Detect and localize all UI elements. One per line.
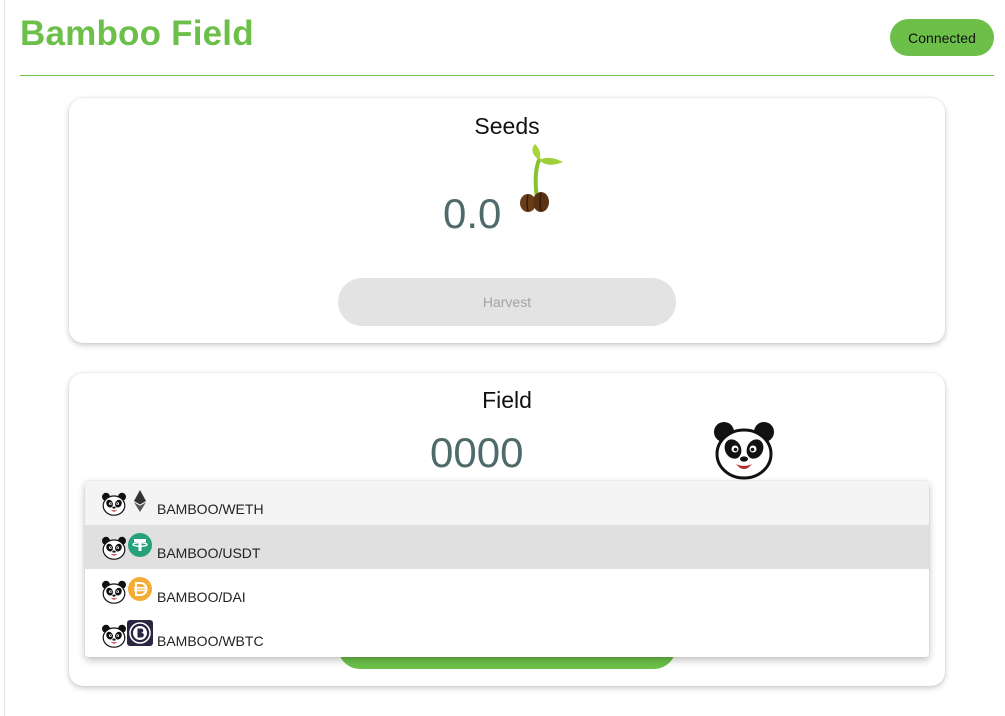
pair-option-usdt[interactable]: BAMBOO/USDT [85, 525, 929, 569]
pair-icons [101, 576, 157, 606]
seeds-balance: 0.0 [443, 190, 502, 237]
panda-icon [101, 580, 127, 604]
panda-icon [101, 624, 127, 648]
pair-label: BAMBOO/USDT [157, 545, 261, 561]
field-balance: 0000 [430, 429, 524, 476]
pair-option-weth[interactable]: BAMBOO/WETH [85, 481, 929, 525]
pair-label: BAMBOO/DAI [157, 589, 246, 605]
pair-label: BAMBOO/WETH [157, 501, 264, 517]
seeds-card: Seeds 0.0 Harvest [69, 98, 945, 343]
pair-icons [101, 620, 157, 650]
harvest-button[interactable]: Harvest [338, 278, 676, 326]
wbtc-icon [127, 620, 153, 646]
connected-status-badge[interactable]: Connected [890, 19, 994, 56]
seeds-title: Seeds [474, 113, 540, 139]
app-title: Bamboo Field [20, 14, 254, 53]
pair-label: BAMBOO/WBTC [157, 633, 264, 649]
field-title: Field [482, 387, 532, 413]
pair-icons [101, 488, 157, 518]
pair-option-wbtc[interactable]: BAMBOO/WBTC [85, 613, 929, 657]
seed-sprout-icon [520, 144, 563, 212]
panda-icon [101, 536, 127, 560]
pair-icons [101, 532, 157, 562]
tether-icon [128, 533, 152, 557]
panda-icon [712, 419, 776, 481]
dai-icon [128, 577, 152, 601]
panda-icon [101, 492, 127, 516]
pair-dropdown-menu: BAMBOO/WETH BAMBOO/USDT BAMBOO/DAI BAMBO… [85, 481, 929, 657]
pair-option-dai[interactable]: BAMBOO/DAI [85, 569, 929, 613]
header-divider [20, 75, 994, 76]
ethereum-icon [134, 490, 146, 512]
